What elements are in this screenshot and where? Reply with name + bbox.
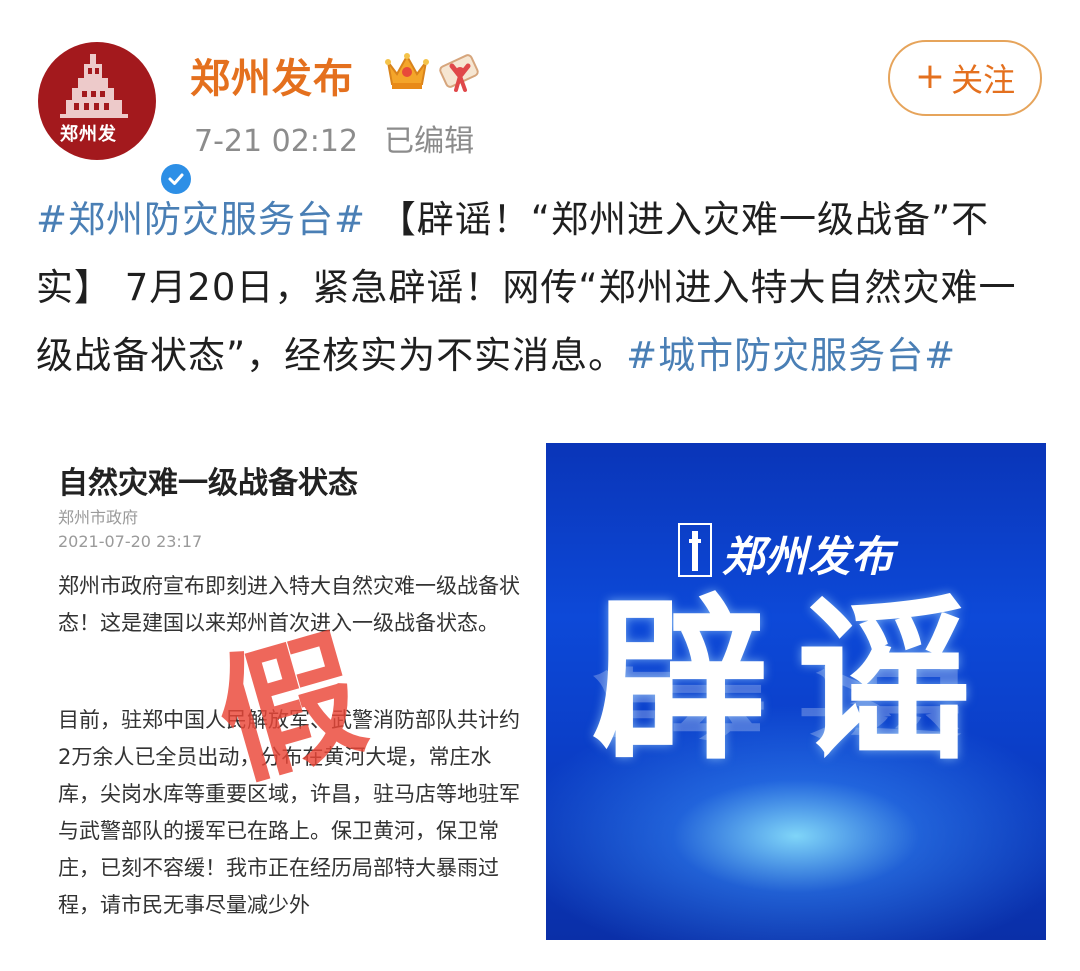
banner-logo-text: 郑州发布 — [722, 532, 895, 581]
scroll-icon — [439, 54, 479, 92]
banner-headline: 辟谣 — [591, 579, 1000, 784]
plus-icon: + — [914, 55, 946, 97]
doc-time: 2021-07-20 23:17 — [58, 532, 203, 551]
doc-title: 自然灾难一级战备状态 — [58, 466, 358, 501]
crown-icon — [385, 53, 429, 89]
avatar[interactable]: 郑州发 — [38, 42, 194, 197]
post-meta: 7-21 02:12 已编辑 — [194, 116, 474, 160]
follow-button[interactable]: + 关注 — [888, 40, 1042, 116]
banner-logo: 郑州发布 — [678, 519, 893, 581]
avatar-label: 郑州发 — [60, 124, 117, 145]
account-name[interactable]: 郑州发布 — [190, 46, 354, 104]
timestamp: 7-21 02:12 — [194, 124, 359, 159]
post-text: #郑州防灾服务台# 【辟谣！“郑州进入灾难一级战备”不实】 7月20日，紧急辟谣… — [36, 186, 1046, 390]
follow-label: 关注 — [951, 61, 1016, 99]
rumor-banner-image[interactable]: 郑州发布 辟谣 辟谣 — [546, 443, 1046, 940]
doc-source: 郑州市政府 — [58, 508, 139, 527]
logo-tower-icon — [678, 523, 712, 577]
topic-link[interactable]: #郑州防灾服务台# — [36, 198, 366, 241]
fake-notice-image[interactable]: 自然灾难一级战备状态 郑州市政府 2021-07-20 23:17 郑州市政府宣… — [32, 440, 532, 960]
topic-link[interactable]: #城市防灾服务台# — [626, 334, 956, 377]
edited-label[interactable]: 已编辑 — [384, 124, 474, 159]
